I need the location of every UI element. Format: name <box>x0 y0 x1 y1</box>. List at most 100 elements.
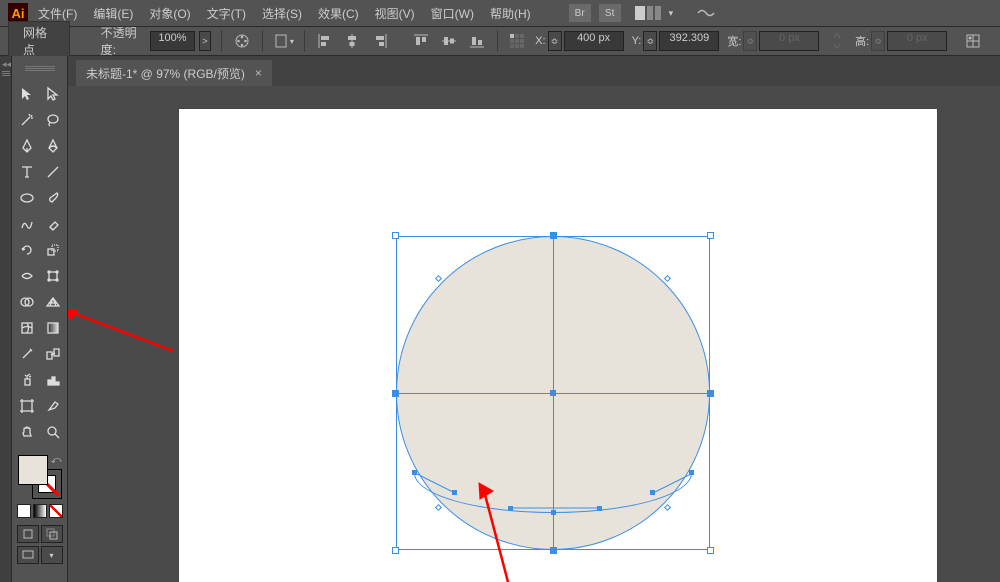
perspective-grid-tool[interactable] <box>40 289 65 314</box>
bbox-handle[interactable] <box>392 547 399 554</box>
menu-select[interactable]: 选择(S) <box>256 3 308 24</box>
x-stepper[interactable]: ≎ <box>548 31 562 51</box>
direct-selection-tool[interactable] <box>40 81 65 106</box>
w-stepper[interactable]: ≎ <box>743 31 757 51</box>
symbol-sprayer-tool[interactable] <box>14 367 39 392</box>
annotation-arrow-1 <box>68 301 188 361</box>
x-input[interactable]: 400 px <box>564 31 624 51</box>
w-input[interactable]: 0 px <box>759 31 819 51</box>
dock-grip-icon <box>2 70 10 76</box>
menu-edit[interactable]: 编辑(E) <box>87 3 139 24</box>
align-left-icon[interactable] <box>315 30 335 52</box>
tools-panel: ⤺ ▾ <box>12 56 68 582</box>
color-mode-solid[interactable] <box>17 504 31 518</box>
align-bottom-icon[interactable] <box>467 30 487 52</box>
document-tab[interactable]: 未标题-1* @ 97% (RGB/预览) × <box>76 60 272 86</box>
y-input[interactable]: 392.309 <box>659 31 719 51</box>
line-tool[interactable] <box>40 159 65 184</box>
shaper-tool[interactable] <box>14 211 39 236</box>
scale-tool[interactable] <box>40 237 65 262</box>
mesh-tool[interactable] <box>14 315 39 340</box>
pen-tool[interactable] <box>14 133 39 158</box>
close-tab-icon[interactable]: × <box>255 66 262 80</box>
panel-dock[interactable]: ◂◂ <box>0 56 12 582</box>
snap-pixel-icon[interactable] <box>963 30 983 52</box>
align-vcenter-icon[interactable] <box>439 30 459 52</box>
anchor-point[interactable] <box>550 547 556 553</box>
lasso-tool[interactable] <box>40 107 65 132</box>
paintbrush-tool[interactable] <box>40 185 65 210</box>
zoom-tool[interactable] <box>40 419 65 444</box>
stock-icon[interactable]: St <box>599 4 621 22</box>
anchor-point[interactable] <box>550 390 556 396</box>
free-transform-tool[interactable] <box>40 263 65 288</box>
fill-color-swatch[interactable] <box>18 455 48 485</box>
ellipse-tool[interactable] <box>14 185 39 210</box>
anchor-point[interactable] <box>393 390 399 396</box>
hand-tool[interactable] <box>14 419 39 444</box>
screen-mode-icon[interactable] <box>17 546 39 564</box>
color-mode-gradient[interactable] <box>33 504 47 518</box>
h-stepper[interactable]: ≎ <box>871 31 885 51</box>
menu-effect[interactable]: 效果(C) <box>312 3 365 24</box>
link-wh-icon[interactable] <box>827 30 847 52</box>
fill-stroke-color[interactable]: ⤺ <box>18 455 62 499</box>
selection-type-label: 网格点 <box>8 21 70 61</box>
menu-help[interactable]: 帮助(H) <box>484 3 537 24</box>
align-top-icon[interactable] <box>411 30 431 52</box>
curvature-tool[interactable] <box>40 133 65 158</box>
slice-tool[interactable] <box>40 393 65 418</box>
swap-colors-icon[interactable]: ⤺ <box>51 455 62 466</box>
collapse-arrow-icon[interactable]: ◂◂ <box>2 59 11 70</box>
opacity-dropdown[interactable]: > <box>199 31 212 51</box>
blend-tool[interactable] <box>40 341 65 366</box>
screen-mode-dropdown[interactable]: ▾ <box>41 546 63 564</box>
transform-anchor-icon[interactable] <box>507 30 527 52</box>
menu-bar: Ai 文件(F) 编辑(E) 对象(O) 文字(T) 选择(S) 效果(C) 视… <box>0 0 1000 26</box>
rotate-tool[interactable] <box>14 237 39 262</box>
menu-object[interactable]: 对象(O) <box>143 3 196 24</box>
control-bar: 网格点 不透明度: 100% > ▾ X: ≎ 400 px Y: ≎ 392.… <box>0 26 1000 56</box>
h-label: 高: <box>855 33 869 49</box>
document-tab-strip: 未标题-1* @ 97% (RGB/预览) × <box>68 56 1000 86</box>
recolor-icon[interactable] <box>232 30 252 52</box>
type-tool[interactable] <box>14 159 39 184</box>
artboard-tool[interactable] <box>14 393 39 418</box>
opacity-label: 不透明度: <box>101 24 147 58</box>
y-label: Y: <box>632 35 642 47</box>
app-logo: Ai <box>8 3 28 23</box>
annotation-arrow-2 <box>463 481 543 582</box>
menu-window[interactable]: 窗口(W) <box>425 3 480 24</box>
shape-builder-tool[interactable] <box>14 289 39 314</box>
draw-normal-icon[interactable] <box>17 525 39 543</box>
draw-behind-icon[interactable] <box>41 525 63 543</box>
bbox-handle[interactable] <box>707 232 714 239</box>
bridge-icon[interactable]: Br <box>569 4 591 22</box>
gradient-tool[interactable] <box>40 315 65 340</box>
align-hcenter-icon[interactable] <box>342 30 362 52</box>
width-tool[interactable] <box>14 263 39 288</box>
document-tab-title: 未标题-1* @ 97% (RGB/预览) <box>86 65 245 82</box>
magic-wand-tool[interactable] <box>14 107 39 132</box>
anchor-point[interactable] <box>707 390 713 396</box>
y-stepper[interactable]: ≎ <box>643 31 657 51</box>
anchor-point[interactable] <box>550 233 556 239</box>
h-input[interactable]: 0 px <box>887 31 947 51</box>
selection-tool[interactable] <box>14 81 39 106</box>
bbox-handle[interactable] <box>707 547 714 554</box>
mesh-arc-line[interactable] <box>414 473 692 513</box>
w-label: 宽: <box>727 33 741 49</box>
menu-type[interactable]: 文字(T) <box>201 3 252 24</box>
align-right-icon[interactable] <box>370 30 390 52</box>
color-mode-none[interactable] <box>49 504 63 518</box>
canvas-area[interactable] <box>68 86 1000 582</box>
opacity-input[interactable]: 100% <box>150 31 195 51</box>
eyedropper-tool[interactable] <box>14 341 39 366</box>
column-graph-tool[interactable] <box>40 367 65 392</box>
gpu-icon[interactable] <box>695 2 717 24</box>
eraser-tool[interactable] <box>40 211 65 236</box>
menu-view[interactable]: 视图(V) <box>369 3 421 24</box>
bbox-handle[interactable] <box>392 232 399 239</box>
workspace-arrange[interactable]: ▾ <box>635 6 674 20</box>
doc-setup-icon[interactable]: ▾ <box>273 30 294 52</box>
